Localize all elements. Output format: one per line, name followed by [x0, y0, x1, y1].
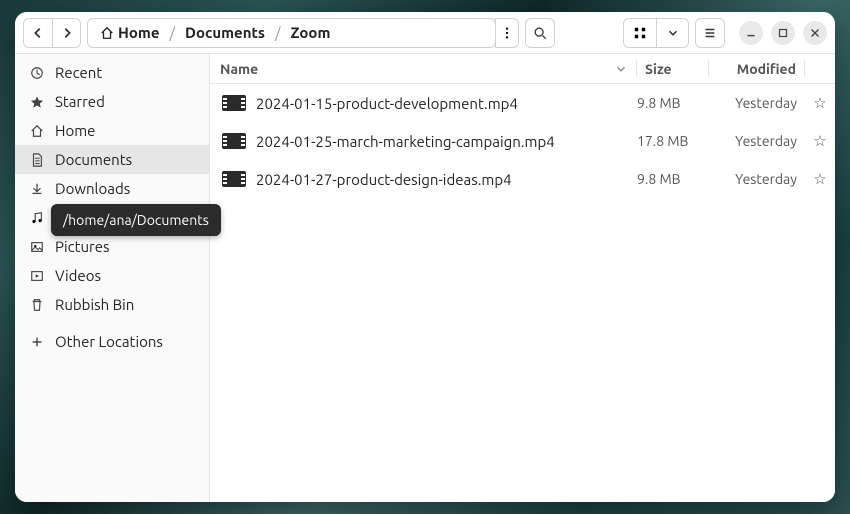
sidebar-item-other-locations[interactable]: Other Locations — [15, 327, 209, 356]
sort-down-icon — [614, 62, 628, 76]
file-row[interactable]: 2024-01-15-product-development.mp4 9.8 MB… — [210, 84, 835, 122]
back-button[interactable] — [24, 19, 52, 47]
video-file-icon — [222, 171, 246, 187]
close-icon — [808, 26, 822, 40]
file-name: 2024-01-27-product-design-ideas.mp4 — [256, 171, 512, 188]
breadcrumb-separator: / — [169, 24, 175, 41]
sidebar-item-starred[interactable]: Starred — [15, 87, 209, 116]
window-controls — [739, 21, 827, 45]
star-toggle[interactable]: ☆ — [805, 132, 835, 150]
home-icon — [100, 26, 114, 40]
kebab-icon — [500, 26, 514, 40]
breadcrumb-label: Home — [118, 24, 159, 41]
pictures-icon — [29, 240, 45, 254]
nav-buttons — [23, 18, 81, 48]
chevron-right-icon — [60, 26, 74, 40]
sidebar-item-downloads[interactable]: Downloads — [15, 174, 209, 203]
sidebar-item-label: Pictures — [55, 238, 110, 255]
col-header-name[interactable]: Name — [210, 61, 637, 77]
plus-icon — [29, 335, 45, 349]
file-modified: Yesterday — [709, 133, 805, 149]
sidebar: RecentStarredHomeDocumentsDownloadsMusic… — [15, 54, 210, 502]
sidebar-item-label: Documents — [55, 151, 132, 168]
sidebar-item-documents[interactable]: Documents — [15, 145, 209, 174]
document-icon — [29, 153, 45, 167]
search-icon — [533, 26, 547, 40]
file-size: 9.8 MB — [637, 171, 709, 187]
forward-button[interactable] — [52, 19, 80, 47]
videos-icon — [29, 269, 45, 283]
sidebar-item-home[interactable]: Home — [15, 116, 209, 145]
sidebar-item-label: Starred — [55, 93, 105, 110]
breadcrumb-label: Zoom — [291, 24, 331, 41]
breadcrumb-label: Documents — [185, 24, 265, 41]
close-button[interactable] — [803, 21, 827, 45]
sidebar-item-videos[interactable]: Videos — [15, 261, 209, 290]
grid-icon — [633, 26, 647, 40]
chevron-left-icon — [31, 26, 45, 40]
star-toggle[interactable]: ☆ — [805, 94, 835, 112]
sidebar-item-pictures[interactable]: Pictures — [15, 232, 209, 261]
column-headers: Name Size Modified — [210, 54, 835, 84]
view-dropdown-button[interactable] — [656, 19, 688, 47]
sidebar-item-label: Downloads — [55, 180, 130, 197]
search-button[interactable] — [525, 18, 555, 48]
sidebar-item-rubbish-bin[interactable]: Rubbish Bin — [15, 290, 209, 319]
file-name: 2024-01-25-march-marketing-campaign.mp4 — [256, 133, 555, 150]
path-menu-button[interactable] — [495, 18, 519, 48]
file-size: 9.8 MB — [637, 95, 709, 111]
hamburger-menu-button[interactable] — [695, 18, 725, 48]
breadcrumb-home[interactable]: Home — [94, 22, 165, 43]
sidebar-item-label: Home — [55, 122, 95, 139]
breadcrumb-separator: / — [275, 24, 281, 41]
trash-icon — [29, 298, 45, 312]
minimize-button[interactable] — [739, 21, 763, 45]
file-row[interactable]: 2024-01-25-march-marketing-campaign.mp4 1… — [210, 122, 835, 160]
star-toggle[interactable]: ☆ — [805, 170, 835, 188]
path-bar: Home / Documents / Zoom — [87, 18, 496, 48]
view-mode-group — [623, 18, 689, 48]
clock-icon — [29, 66, 45, 80]
sidebar-item-label: Videos — [55, 267, 101, 284]
body: RecentStarredHomeDocumentsDownloadsMusic… — [15, 54, 835, 502]
maximize-icon — [776, 26, 790, 40]
file-size: 17.8 MB — [637, 133, 709, 149]
hamburger-icon — [703, 26, 717, 40]
file-modified: Yesterday — [709, 171, 805, 187]
minimize-icon — [744, 26, 758, 40]
music-icon — [29, 211, 45, 225]
maximize-button[interactable] — [771, 21, 795, 45]
file-rows: 2024-01-15-product-development.mp4 9.8 MB… — [210, 84, 835, 502]
sidebar-item-label: Rubbish Bin — [55, 296, 134, 313]
col-header-modified[interactable]: Modified — [709, 61, 805, 77]
breadcrumb-zoom[interactable]: Zoom — [285, 22, 337, 43]
icon-view-button[interactable] — [624, 19, 656, 47]
home-icon — [29, 124, 45, 138]
chevron-down-icon — [666, 26, 680, 40]
file-modified: Yesterday — [709, 95, 805, 111]
file-manager-window: Home / Documents / Zoom — [15, 12, 835, 502]
col-header-size[interactable]: Size — [637, 61, 709, 77]
sidebar-item-recent[interactable]: Recent — [15, 58, 209, 87]
file-name: 2024-01-15-product-development.mp4 — [256, 95, 518, 112]
main-pane: Name Size Modified 2024-01-15-product-de… — [210, 54, 835, 502]
sidebar-item-label: Other Locations — [55, 333, 163, 350]
file-row[interactable]: 2024-01-27-product-design-ideas.mp4 9.8 M… — [210, 160, 835, 198]
titlebar: Home / Documents / Zoom — [15, 12, 835, 54]
star-icon — [29, 95, 45, 109]
download-icon — [29, 182, 45, 196]
sidebar-item-label: Recent — [55, 64, 102, 81]
breadcrumb-documents[interactable]: Documents — [179, 22, 271, 43]
video-file-icon — [222, 133, 246, 149]
path-tooltip: /home/ana/Documents — [51, 204, 221, 236]
video-file-icon — [222, 95, 246, 111]
